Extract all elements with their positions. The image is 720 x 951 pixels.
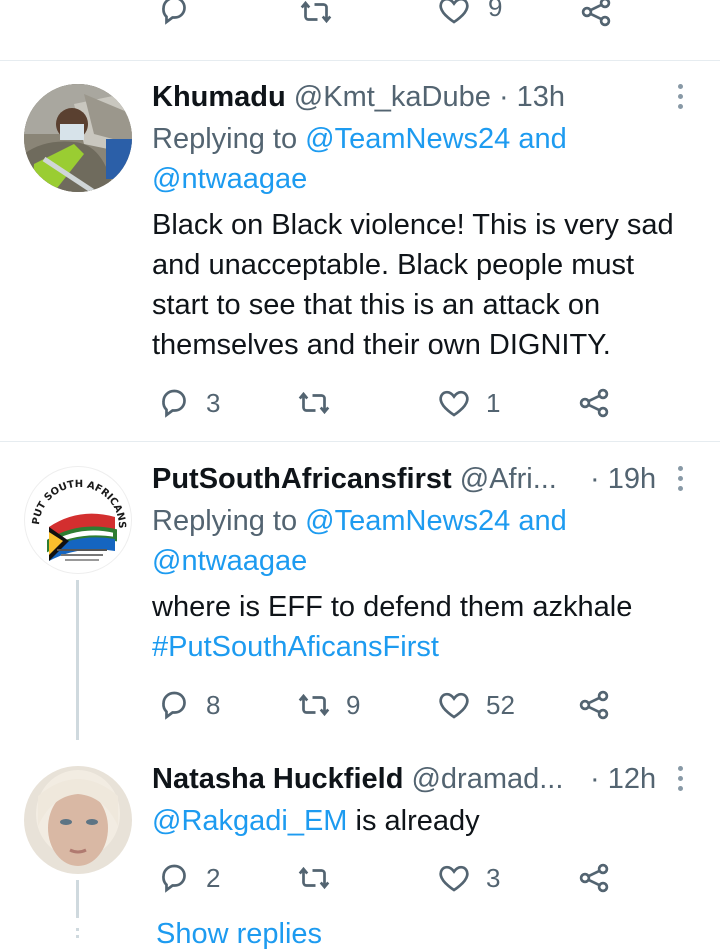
tweet-text-line: start to see that this is an attack on: [152, 289, 601, 321]
thread-dots: [76, 928, 79, 941]
user-handle[interactable]: @Afri...: [460, 463, 557, 495]
like-count: 1: [486, 387, 501, 418]
replying-to: Replying to @TeamNews24 and @ntwaagae: [152, 501, 712, 581]
retweet-icon: [298, 693, 330, 717]
reply-icon[interactable]: [156, 0, 192, 28]
like-count: 52: [486, 689, 515, 720]
tweet-time-value: 19h: [607, 463, 657, 495]
display-name[interactable]: PutSouthAfricansfirst: [152, 463, 452, 495]
avatar[interactable]: PUT SOUTH AFRICANS FIRST: [24, 466, 132, 574]
heart-icon[interactable]: [436, 0, 472, 28]
tweet-text-line: themselves and their own DIGNITY.: [152, 329, 611, 361]
thread-line: [76, 580, 79, 740]
tweet-text: Black on Black violence! This is very sa…: [152, 205, 712, 365]
tweet-text: where is EFF to defend them azkhale #Put…: [152, 587, 712, 667]
put-south-africans-first-logo: PUT SOUTH AFRICANS FIRST: [25, 467, 127, 561]
more-icon[interactable]: [673, 766, 687, 796]
tweet-time[interactable]: · 19h: [590, 461, 656, 497]
heart-icon: [439, 390, 469, 417]
tweet-time-value: 12h: [607, 763, 657, 795]
user-handle[interactable]: @dramad...: [411, 763, 563, 795]
separator-dot: ·: [590, 763, 600, 795]
share-icon: [579, 388, 609, 418]
mention-link[interactable]: @ntwaagae: [152, 163, 307, 195]
reply-count: 8: [206, 689, 221, 720]
share-button[interactable]: [576, 858, 612, 898]
like-button[interactable]: 52: [436, 685, 515, 725]
tweet-time[interactable]: 13h: [517, 81, 565, 113]
divider: [0, 60, 720, 61]
tweet-text: @Rakgadi_EM is already: [152, 801, 712, 841]
share-icon: [579, 690, 609, 720]
user-handle[interactable]: @Kmt_kaDube: [294, 81, 491, 113]
replying-label: Replying to: [152, 505, 298, 537]
display-name[interactable]: Khumadu: [152, 81, 286, 113]
tweet-text-rest: is already: [347, 805, 480, 837]
thread-line: [76, 880, 79, 918]
retweet-button[interactable]: [296, 858, 346, 898]
separator-dot: ·: [590, 463, 600, 495]
reply-button[interactable]: 3: [156, 383, 220, 423]
mention-link[interactable]: @ntwaagae: [152, 545, 307, 577]
retweet-icon: [298, 866, 330, 890]
more-icon[interactable]: [673, 466, 687, 496]
tweet-header: PutSouthAfricansfirst @Afri...: [152, 461, 557, 497]
mention-link[interactable]: @TeamNews24: [305, 505, 510, 537]
show-replies-link[interactable]: Show replies: [156, 918, 322, 951]
retweet-icon: [298, 391, 330, 415]
reply-icon: [162, 864, 186, 893]
reply-icon: [162, 389, 186, 418]
replying-label: Replying to: [152, 123, 298, 155]
mention-link[interactable]: @Rakgadi_EM: [152, 805, 347, 837]
tweet-time[interactable]: · 12h: [590, 761, 656, 797]
avatar[interactable]: [24, 84, 132, 192]
heart-icon: [439, 865, 469, 892]
retweet-button[interactable]: [296, 383, 346, 423]
mention-link[interactable]: @TeamNews24: [305, 123, 510, 155]
retweet-count: 9: [346, 689, 361, 720]
reply-icon: [162, 691, 186, 720]
heart-icon: [439, 692, 469, 719]
avatar-photo: [24, 84, 132, 192]
share-icon: [579, 863, 609, 893]
tweet-header: Natasha Huckfield @dramad...: [152, 761, 563, 797]
replying-and[interactable]: and: [518, 505, 566, 537]
replying-and[interactable]: and: [518, 123, 566, 155]
tweet-text-line: where is EFF to defend them azkhale: [152, 591, 633, 623]
avatar-photo: [24, 766, 132, 874]
tweet-header: Khumadu @Kmt_kaDube · 13h: [152, 79, 565, 115]
replying-to: Replying to @TeamNews24 and @ntwaagae: [152, 119, 712, 199]
like-count: 3: [486, 862, 501, 893]
share-button[interactable]: [576, 383, 612, 423]
reply-button[interactable]: 8: [156, 685, 220, 725]
share-icon[interactable]: [578, 0, 614, 30]
separator-dot: ·: [498, 81, 509, 113]
reply-count: 2: [206, 862, 221, 893]
tweet-text-line: and unacceptable. Black people must: [152, 249, 635, 281]
retweet-icon[interactable]: [298, 0, 334, 30]
tweet-text-line: Black on Black violence! This is very sa…: [152, 209, 674, 241]
like-button[interactable]: 1: [436, 383, 500, 423]
display-name[interactable]: Natasha Huckfield: [152, 763, 403, 795]
avatar[interactable]: [24, 766, 132, 874]
retweet-button[interactable]: 9: [296, 685, 360, 725]
more-icon[interactable]: [673, 84, 687, 114]
reply-count: 3: [206, 387, 221, 418]
share-button[interactable]: [576, 685, 612, 725]
reply-button[interactable]: 2: [156, 858, 220, 898]
like-count: 9: [488, 0, 503, 22]
divider: [0, 441, 720, 442]
like-button[interactable]: 3: [436, 858, 500, 898]
hashtag-link[interactable]: #PutSouthAficansFirst: [152, 627, 712, 667]
